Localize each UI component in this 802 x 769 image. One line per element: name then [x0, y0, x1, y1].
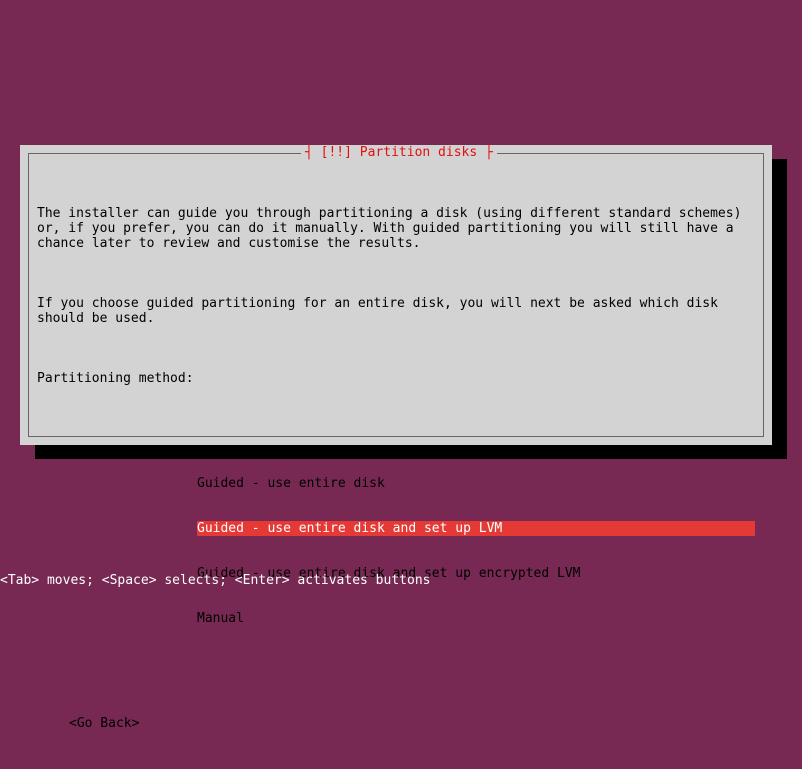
option-guided-lvm[interactable]: Guided - use entire disk and set up LVM: [197, 521, 755, 536]
partitioning-options: Guided - use entire disk Guided - use en…: [37, 446, 755, 656]
partition-dialog: ┤ [!!] Partition disks ├ The installer c…: [20, 145, 772, 445]
dialog-title: ┤ [!!] Partition disks ├: [305, 145, 493, 160]
option-guided-entire-disk[interactable]: Guided - use entire disk: [197, 476, 755, 491]
go-back-button[interactable]: <Go Back>: [37, 716, 755, 731]
option-manual[interactable]: Manual: [197, 611, 755, 626]
partitioning-method-prompt: Partitioning method:: [37, 371, 755, 386]
dialog-border: ┤ [!!] Partition disks ├ The installer c…: [28, 153, 764, 437]
dialog-title-wrap: ┤ [!!] Partition disks ├: [301, 145, 497, 160]
intro-paragraph-1: The installer can guide you through part…: [37, 206, 755, 251]
keyboard-hints: <Tab> moves; <Space> selects; <Enter> ac…: [0, 573, 430, 588]
intro-paragraph-2: If you choose guided partitioning for an…: [37, 296, 755, 326]
dialog-content: The installer can guide you through part…: [29, 154, 763, 769]
